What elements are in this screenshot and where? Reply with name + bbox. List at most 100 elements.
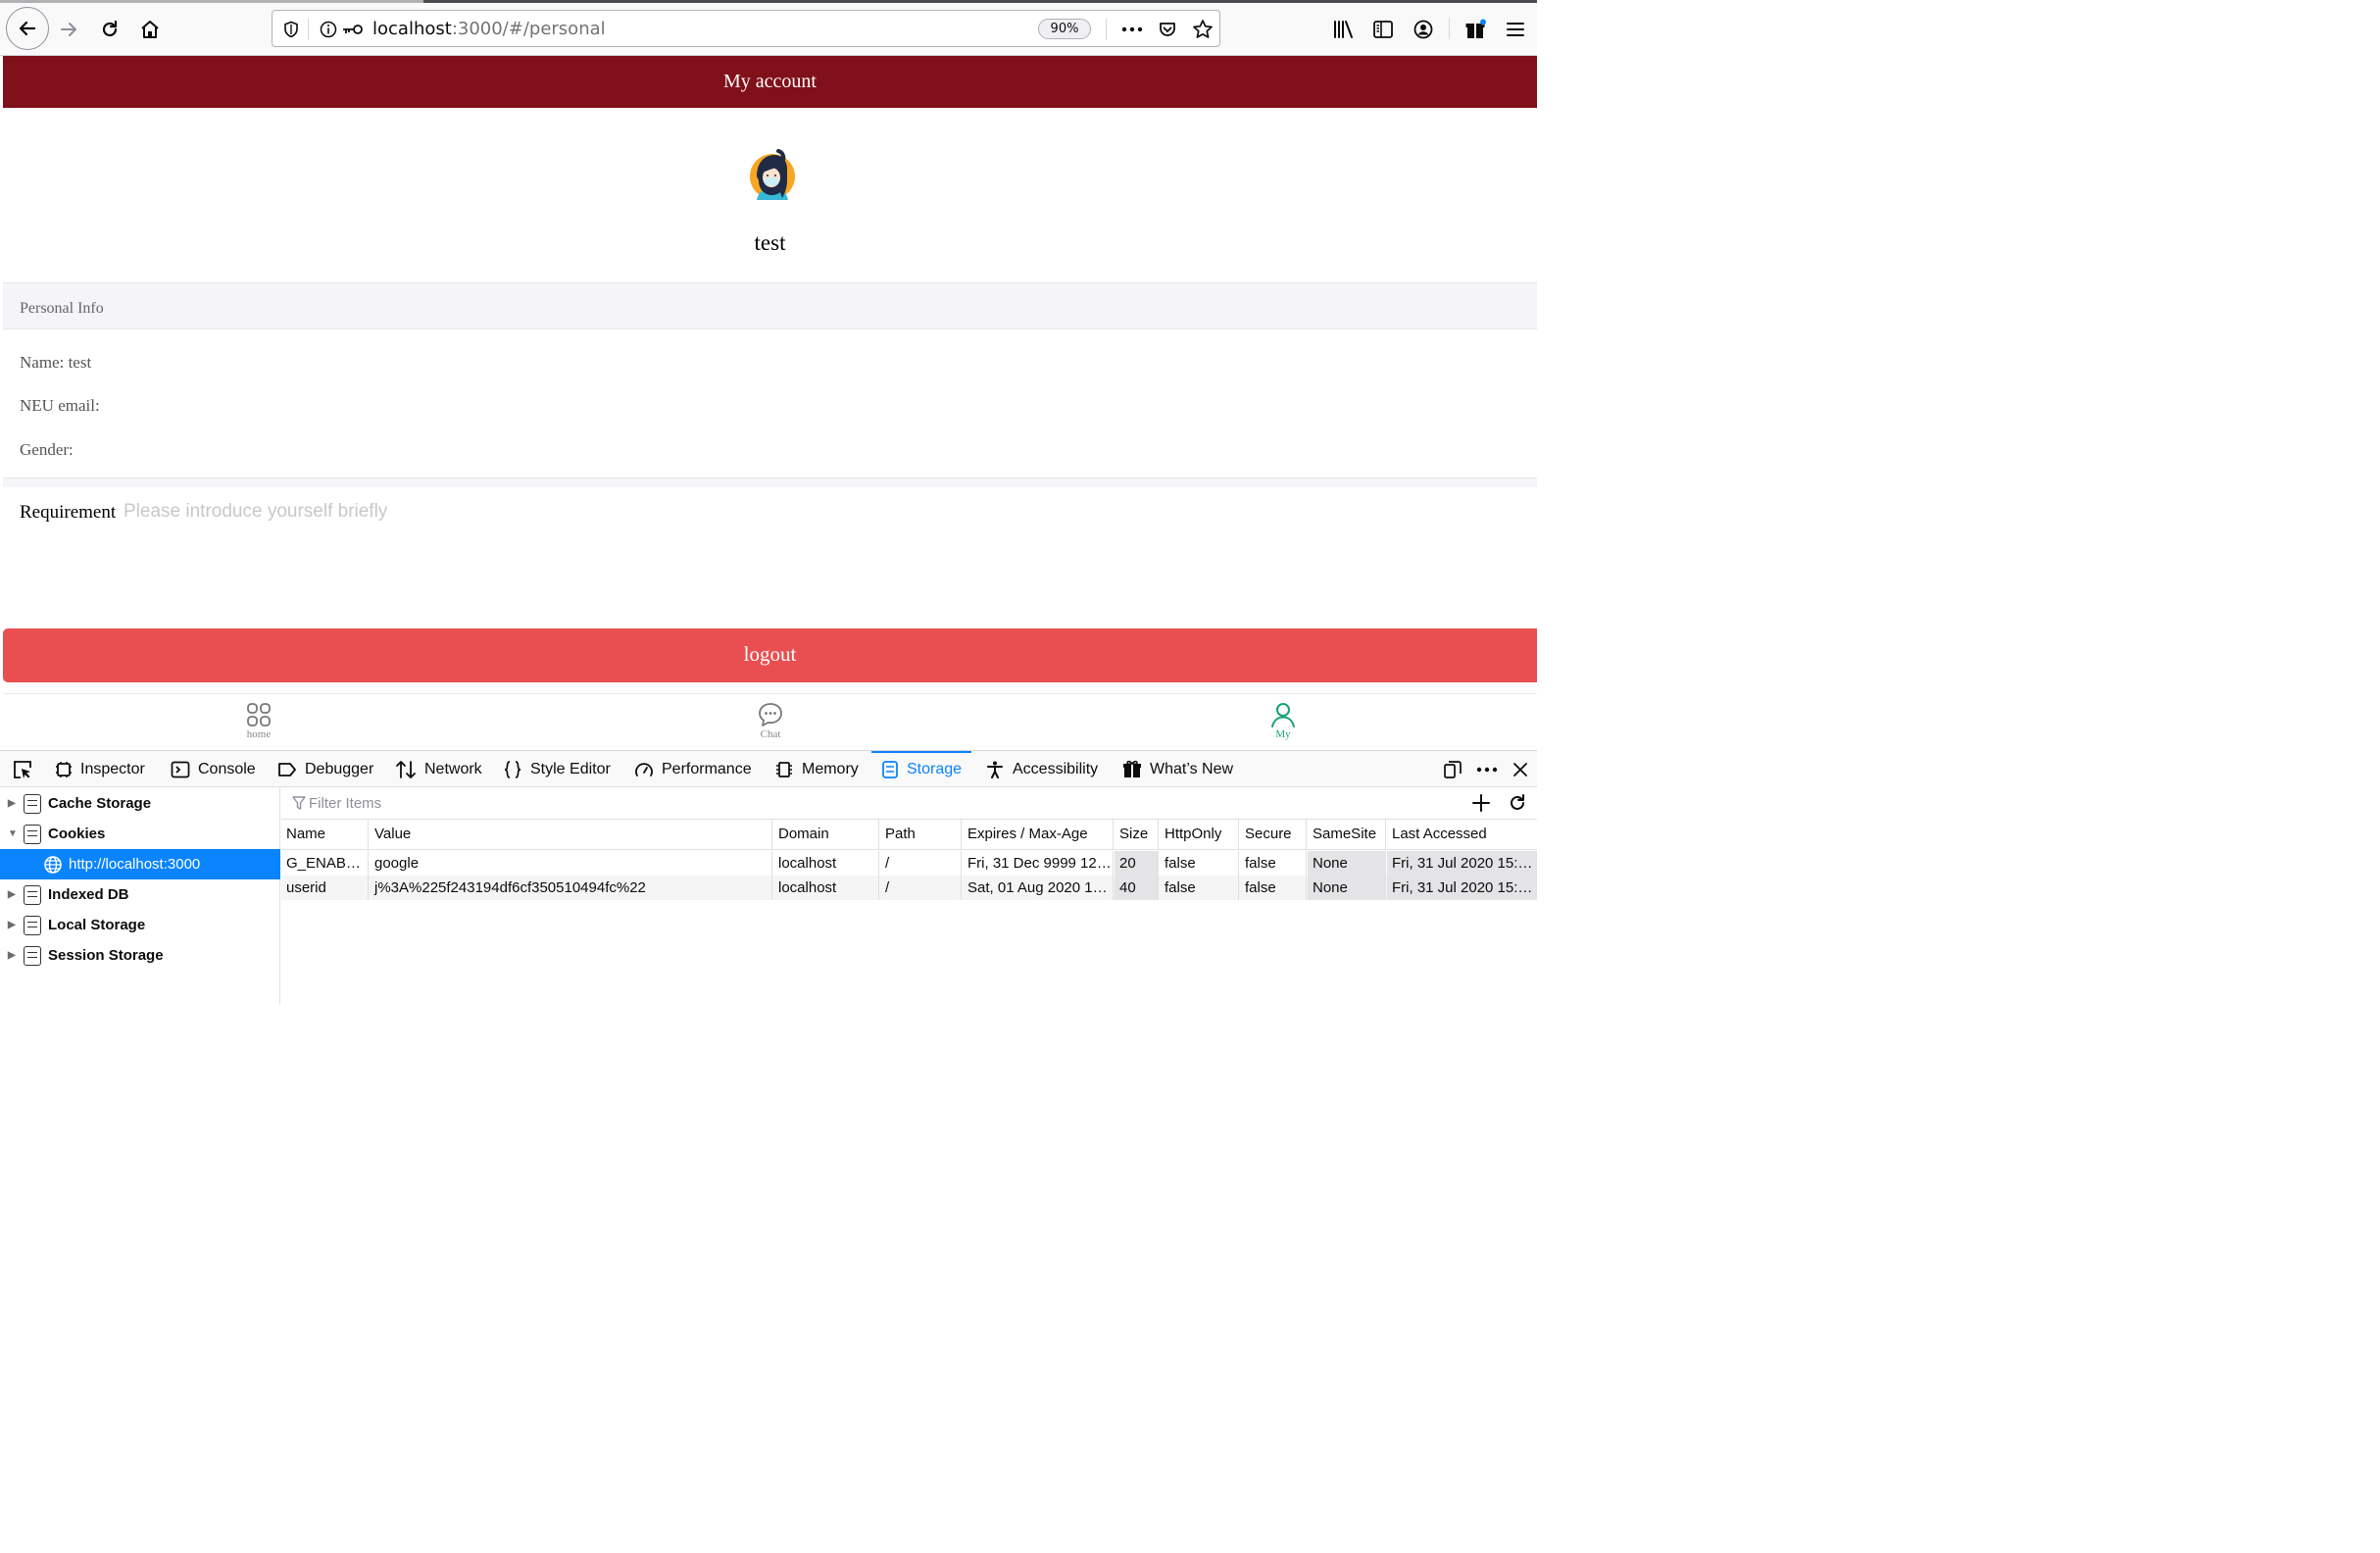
whats-new-button[interactable] [1457,10,1496,49]
filter-icon [292,796,306,810]
cell-secure: false [1240,876,1307,900]
logout-button[interactable]: logout [3,628,1537,682]
page-actions-icon[interactable] [1121,19,1143,40]
gender-row: Gender: [20,440,74,459]
table-row[interactable]: G_ENABLED_IDPS google localhost / Fri, 3… [281,851,1537,876]
column-header-size[interactable]: Size [1115,820,1159,849]
storage-tree: ▶ Cache Storage ▼ Cookies http://localho… [0,787,280,1004]
url-text[interactable]: localhost:3000/#/personal [372,19,606,39]
tracking-shield-icon[interactable] [280,19,302,40]
reload-button[interactable] [90,10,129,49]
console-icon [171,761,190,777]
table-row[interactable]: userid j%3A%225f243194df6cf350510494fc%2… [281,876,1537,900]
tab-debugger[interactable]: Debugger [277,751,373,787]
tree-indexed-db[interactable]: ▶ Indexed DB [0,879,280,910]
sidebar-icon [1373,21,1393,38]
dock-toggle-button[interactable] [1443,751,1470,787]
refresh-icon[interactable] [1508,793,1527,813]
library-button[interactable] [1323,10,1363,49]
devtools-close-button[interactable] [1512,751,1536,787]
tab-console[interactable]: Console [171,751,256,787]
tree-session-storage-label: Session Storage [48,947,164,964]
cell-path: / [880,851,962,876]
profile-card: test [3,115,1537,282]
tab-home[interactable]: home [220,701,298,740]
tab-my-label: My [1275,728,1291,740]
cell-last-accessed: Fri, 31 Jul 2020 15:00:00 GMT [1387,851,1537,876]
url-bar[interactable]: localhost:3000/#/personal 90% [272,10,1220,47]
storage-icon [24,793,41,814]
storage-icon [24,945,41,966]
tab-performance[interactable]: Performance [634,751,752,787]
column-header-httponly[interactable]: HttpOnly [1160,820,1239,849]
tree-cache-storage[interactable]: ▶ Cache Storage [0,788,280,819]
sidebar-button[interactable] [1364,10,1403,49]
expand-arrow-icon[interactable]: ▶ [8,798,24,809]
tree-local-storage-label: Local Storage [48,917,146,933]
home-icon [141,21,159,38]
add-item-icon[interactable] [1471,793,1491,813]
tree-session-storage[interactable]: ▶ Session Storage [0,940,280,971]
tab-network[interactable]: Network [395,751,482,787]
tab-style-editor[interactable]: Style Editor [503,751,611,787]
tree-cookies-label: Cookies [48,826,106,842]
reload-icon [102,20,118,37]
collapse-arrow-icon[interactable]: ▼ [8,828,24,839]
forward-button[interactable] [49,10,88,49]
browser-toolbar: localhost:3000/#/personal 90% [0,0,1537,56]
tab-inspector[interactable]: Inspector [55,751,145,787]
column-header-path[interactable]: Path [880,820,962,849]
storage-icon [24,915,41,935]
storage-icon [24,884,41,905]
home-button[interactable] [130,10,170,49]
tab-memory[interactable]: Memory [774,751,859,787]
tree-cookies-host[interactable]: http://localhost:3000 [0,849,280,879]
tab-chat[interactable]: Chat [731,701,810,740]
column-header-secure[interactable]: Secure [1240,820,1307,849]
cell-name: userid [281,876,369,900]
tab-my[interactable]: My [1244,701,1322,740]
column-header-samesite[interactable]: SameSite [1308,820,1386,849]
tree-local-storage[interactable]: ▶ Local Storage [0,910,280,940]
tab-accessibility-label: Accessibility [1013,760,1099,777]
back-button[interactable] [6,7,49,50]
column-header-value[interactable]: Value [370,820,772,849]
menu-button[interactable] [1496,10,1535,49]
cell-httponly: false [1160,876,1239,900]
column-header-name[interactable]: Name [281,820,369,849]
tree-cookies[interactable]: ▼ Cookies [0,819,280,849]
tab-whats-new[interactable]: What’s New [1122,751,1233,787]
tab-accessibility[interactable]: Accessibility [985,751,1098,787]
devtools-more-button[interactable] [1476,751,1506,787]
zoom-badge[interactable]: 90% [1038,19,1091,39]
requirement-textarea[interactable] [124,501,1496,609]
tab-storage[interactable]: Storage [870,751,972,787]
inspector-icon [56,761,72,777]
column-header-expires[interactable]: Expires / Max-Age [963,820,1114,849]
expand-arrow-icon[interactable]: ▶ [8,950,24,961]
element-picker-button[interactable] [12,751,41,787]
pocket-icon[interactable] [1157,19,1178,40]
column-header-last-accessed[interactable]: Last Accessed [1387,820,1537,849]
expand-arrow-icon[interactable]: ▶ [8,920,24,930]
devtools-panel: Inspector Console Debugger Network Style… [0,750,1537,1004]
grid-icon [247,703,271,726]
url-path: :3000/#/personal [451,19,606,39]
cell-httponly: false [1160,851,1239,876]
globe-icon [44,855,62,874]
network-arrows-icon [396,760,416,778]
cell-size: 20 [1115,851,1159,876]
account-button[interactable] [1404,10,1443,49]
email-row: NEU email: [20,396,100,415]
column-header-domain[interactable]: Domain [773,820,879,849]
info-icon[interactable] [318,19,339,40]
key-icon[interactable] [341,19,365,40]
tab-storage-label: Storage [907,760,963,777]
cell-expires: Fri, 31 Dec 9999 12:00:00 GMT [963,851,1114,876]
expand-arrow-icon[interactable]: ▶ [8,889,24,900]
debugger-icon [278,762,296,776]
bookmark-star-icon[interactable] [1192,19,1214,40]
filter-input[interactable] [309,793,1191,813]
section-header: Personal Info [3,282,1537,329]
avatar[interactable] [743,145,802,204]
